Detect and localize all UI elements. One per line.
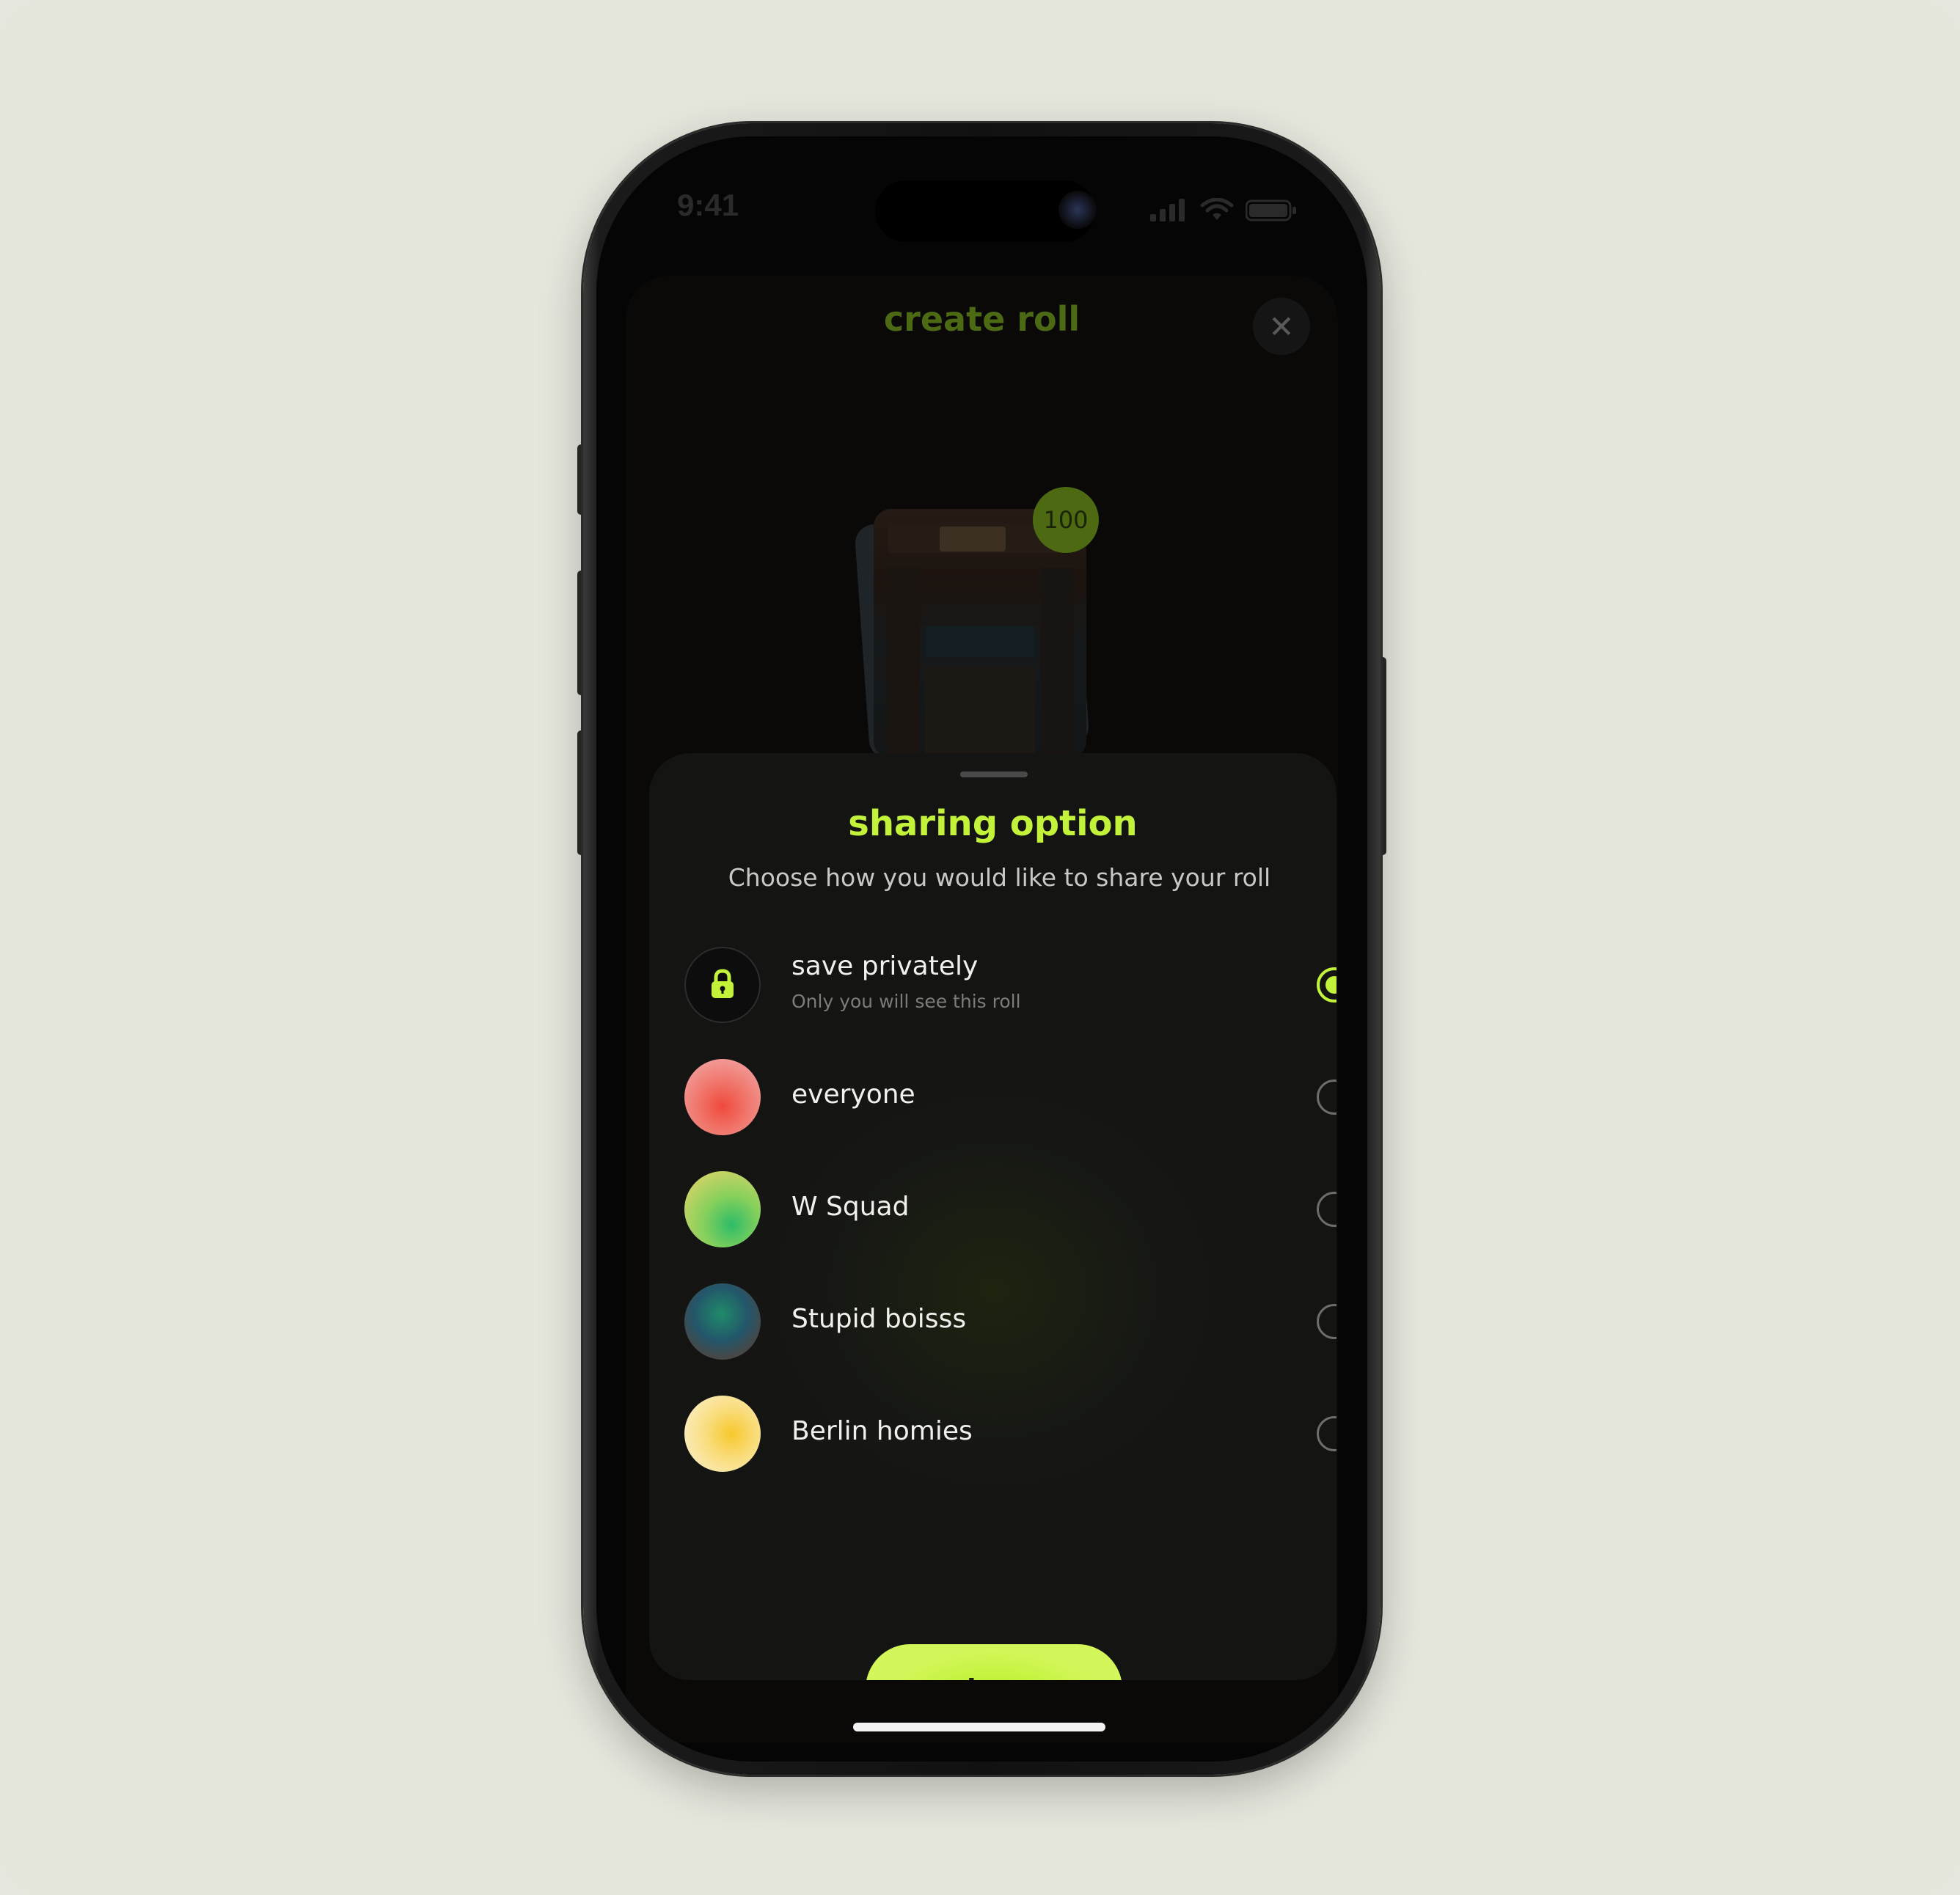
option-label: W Squad [791, 1192, 910, 1222]
option-berlin-homies[interactable]: Berlin homies [684, 1396, 1336, 1473]
front-camera [1058, 191, 1097, 229]
radio-unselected[interactable] [1317, 1192, 1336, 1227]
sheet-subtitle: Choose how you would like to share your … [728, 863, 1271, 892]
close-button[interactable]: ✕ [1253, 298, 1310, 355]
sheet-grabber[interactable] [960, 771, 1028, 777]
battery-icon [1246, 199, 1296, 221]
home-indicator[interactable] [853, 1723, 1105, 1731]
option-label: save privately [791, 951, 979, 981]
status-time: 9:41 [677, 188, 739, 222]
everyone-avatar [684, 1059, 761, 1135]
option-label: everyone [791, 1080, 915, 1110]
option-everyone[interactable]: everyone [684, 1059, 1336, 1137]
radio-selected[interactable] [1317, 967, 1336, 1003]
page-title: create roll [883, 299, 1080, 339]
phone-screen: 9:41 create roll ✕ 100 sharing option Ch… [596, 136, 1367, 1762]
stupid-boisss-avatar [684, 1283, 761, 1360]
wifi-icon [1200, 198, 1234, 220]
radio-unselected[interactable] [1317, 1080, 1336, 1115]
status-icons [1150, 194, 1319, 226]
radio-unselected[interactable] [1317, 1416, 1336, 1451]
sharing-option-sheet: sharing option Choose how you would like… [649, 753, 1336, 1680]
option-label: Berlin homies [791, 1416, 973, 1446]
lock-circle [684, 947, 761, 1023]
option-stupid-boisss[interactable]: Stupid boisss [684, 1283, 1336, 1361]
option-sublabel: Only you will see this roll [791, 991, 1021, 1012]
option-w-squad[interactable]: W Squad [684, 1171, 1336, 1249]
done-button[interactable]: done [866, 1644, 1122, 1680]
berlin-homies-avatar [684, 1396, 761, 1472]
sheet-title: sharing option [848, 803, 1138, 844]
canvas-background: 9:41 create roll ✕ 100 sharing option Ch… [0, 0, 1960, 1895]
close-icon: ✕ [1268, 308, 1295, 345]
option-label: Stupid boisss [791, 1304, 967, 1334]
photo-count-badge: 100 [1033, 487, 1099, 553]
option-save-privately[interactable]: save privately Only you will see this ro… [684, 947, 1336, 1025]
radio-unselected[interactable] [1317, 1304, 1336, 1339]
phone-frame: 9:41 create roll ✕ 100 sharing option Ch… [583, 123, 1381, 1775]
w-squad-avatar [684, 1171, 761, 1247]
lock-icon [712, 969, 734, 998]
